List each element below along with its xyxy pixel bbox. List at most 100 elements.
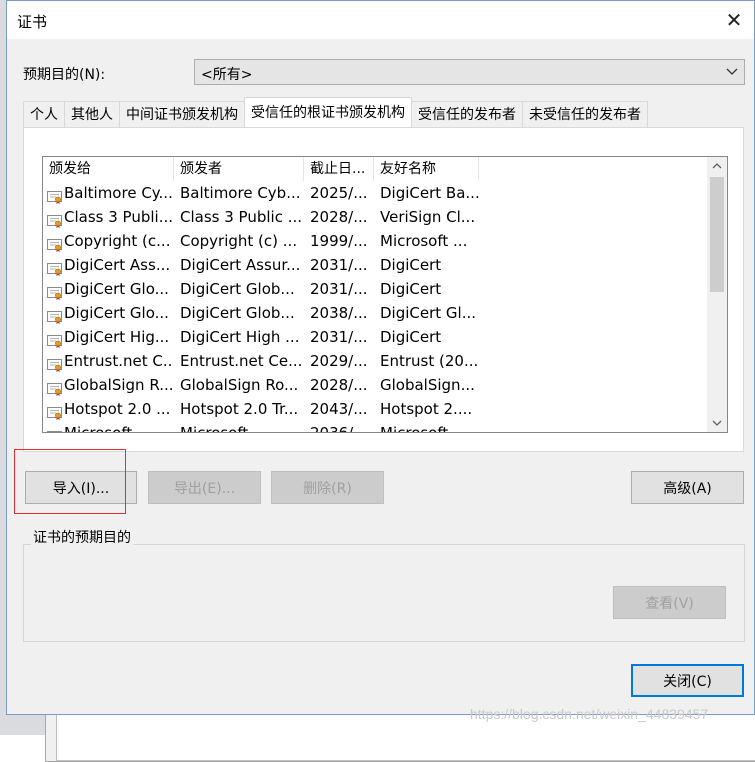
cell-friendly-name: VeriSign Cl...: [380, 208, 476, 226]
table-row[interactable]: Copyright (c... Copyright (c) ... 1999/...…: [43, 229, 708, 253]
certificate-store-tabs: 个人 其他人 中间证书颁发机构 受信任的根证书颁发机构 受信任的发布者 未受信任…: [23, 97, 648, 127]
cell-issued-by: DigiCert Glob...: [180, 280, 295, 298]
cell-friendly-name: DigiCert: [380, 280, 442, 298]
cell-expiration: 2031/...: [310, 280, 368, 298]
cell-text: Baltimore Cy...: [64, 184, 173, 202]
cell-issued-by: GlobalSign Ro...: [180, 376, 299, 394]
cell-issued-by: Class 3 Public ...: [180, 208, 303, 226]
column-header-friendly-name[interactable]: 友好名称: [374, 157, 479, 181]
cell-text: DigiCert Hig...: [64, 328, 170, 346]
cell-text: DigiCert Ass...: [64, 256, 171, 274]
cell-issued-to: Copyright (c...: [43, 229, 174, 253]
cell-issued-to: DigiCert Ass...: [43, 253, 174, 277]
cell-issued-by: Microsoft ...: [180, 424, 268, 433]
cell-text: Hotspot 2.0 ...: [64, 400, 171, 418]
list-header: 颁发给 颁发者 截止日... 友好名称: [43, 157, 708, 181]
close-icon[interactable]: ✕: [714, 1, 754, 39]
cell-issued-by: DigiCert Assur...: [180, 256, 301, 274]
cell-issued-to: DigiCert Hig...: [43, 325, 174, 349]
certificate-icon: [47, 211, 62, 228]
dialog-title: 证书: [17, 13, 48, 31]
table-row[interactable]: DigiCert Ass... DigiCert Assur... 2031/...…: [43, 253, 708, 277]
cell-issued-to: Class 3 Publi...: [43, 205, 174, 229]
certificate-list[interactable]: 颁发给 颁发者 截止日... 友好名称 Baltimore Cy... Balti…: [42, 156, 728, 433]
intended-purpose-value: <所有>: [201, 67, 253, 83]
highlight-box: [14, 449, 126, 514]
tab-trusted-root-ca[interactable]: 受信任的根证书颁发机构: [244, 97, 412, 127]
cell-text: Class 3 Publi...: [64, 208, 173, 226]
table-row[interactable]: DigiCert Glo... DigiCert Glob... 2038/... D…: [43, 301, 708, 325]
certificate-icon: [47, 307, 62, 324]
certificate-icon: [47, 187, 62, 204]
table-row[interactable]: Class 3 Publi... Class 3 Public ... 2028/.…: [43, 205, 708, 229]
cell-friendly-name: DigiCert Gl...: [380, 304, 477, 322]
cell-text: GlobalSign R...: [64, 376, 174, 394]
cell-friendly-name: GlobalSign...: [380, 376, 475, 394]
cell-text: Microsoft ...: [64, 424, 152, 433]
view-button[interactable]: 查看(V): [613, 586, 726, 619]
cell-issued-to: Entrust.net C...: [43, 349, 174, 373]
tab-trusted-publishers[interactable]: 受信任的发布者: [411, 101, 523, 127]
cell-expiration: 2036/...: [310, 424, 368, 433]
table-row[interactable]: GlobalSign R... GlobalSign Ro... 2028/... G…: [43, 373, 708, 397]
certificate-icon: [47, 427, 62, 432]
cell-issued-by: Entrust.net Ce...: [180, 352, 303, 370]
table-row[interactable]: DigiCert Glo... DigiCert Glob... 2031/... D…: [43, 277, 708, 301]
column-header-issued-by[interactable]: 颁发者: [174, 157, 304, 181]
table-row[interactable]: Microsoft ... Microsoft ... 2036/... Micros…: [43, 421, 708, 433]
cell-expiration: 2028/...: [310, 208, 368, 226]
close-button[interactable]: 关闭(C): [631, 664, 744, 697]
tab-intermediate-ca[interactable]: 中间证书颁发机构: [119, 101, 245, 127]
list-rows: Baltimore Cy... Baltimore Cyb... 2025/... D…: [43, 181, 708, 433]
certificate-icon: [47, 259, 62, 276]
cell-issued-to: Baltimore Cy...: [43, 181, 174, 205]
cell-issued-by: DigiCert High ...: [180, 328, 300, 346]
title-bar: 证书 ✕: [7, 1, 754, 39]
table-row[interactable]: Hotspot 2.0 ... Hotspot 2.0 Tr... 2043/...…: [43, 397, 708, 421]
cell-issued-by: Baltimore Cyb...: [180, 184, 301, 202]
tab-personal[interactable]: 个人: [23, 101, 65, 127]
tab-other-people[interactable]: 其他人: [64, 101, 120, 127]
cell-friendly-name: Microsoft ...: [380, 232, 468, 250]
cell-issued-by: Copyright (c) ...: [180, 232, 298, 250]
cell-issued-to: DigiCert Glo...: [43, 301, 174, 325]
remove-button[interactable]: 删除(R): [271, 471, 384, 504]
cell-issued-to: Hotspot 2.0 ...: [43, 397, 174, 421]
scroll-down-icon[interactable]: [707, 414, 727, 432]
cell-expiration: 1999/...: [310, 232, 368, 250]
column-header-issued-to[interactable]: 颁发给: [43, 157, 174, 181]
cell-friendly-name: Microsoft ...: [380, 424, 468, 433]
cell-text: DigiCert Glo...: [64, 280, 169, 298]
tab-untrusted-publishers[interactable]: 未受信任的发布者: [522, 101, 648, 127]
cell-friendly-name: Entrust (20...: [380, 352, 479, 370]
cell-expiration: 2025/...: [310, 184, 368, 202]
cell-expiration: 2029/...: [310, 352, 368, 370]
export-button[interactable]: 导出(E)...: [148, 471, 261, 504]
advanced-button[interactable]: 高级(A): [631, 471, 744, 504]
intended-purpose-select[interactable]: <所有>: [194, 59, 745, 85]
certificate-icon: [47, 331, 62, 348]
cell-friendly-name: DigiCert: [380, 328, 442, 346]
cell-expiration: 2028/...: [310, 376, 368, 394]
cell-issued-to: GlobalSign R...: [43, 373, 174, 397]
cell-friendly-name: DigiCert: [380, 256, 442, 274]
cell-friendly-name: DigiCert Ba...: [380, 184, 479, 202]
cell-text: Copyright (c...: [64, 232, 171, 250]
table-row[interactable]: Baltimore Cy... Baltimore Cyb... 2025/... D…: [43, 181, 708, 205]
cell-issued-to: DigiCert Glo...: [43, 277, 174, 301]
cell-issued-by: Hotspot 2.0 Tr...: [180, 400, 299, 418]
certificate-icon: [47, 379, 62, 396]
watermark-text: https://blog.csdn.net/weixin_44839457: [470, 706, 709, 722]
cell-expiration: 2043/...: [310, 400, 368, 418]
scrollbar-thumb[interactable]: [710, 177, 724, 292]
column-header-expiration[interactable]: 截止日...: [304, 157, 374, 181]
scroll-up-icon[interactable]: [707, 157, 727, 175]
vertical-scrollbar[interactable]: [707, 157, 727, 432]
table-row[interactable]: DigiCert Hig... DigiCert High ... 2031/...…: [43, 325, 708, 349]
table-row[interactable]: Entrust.net C... Entrust.net Ce... 2029/..…: [43, 349, 708, 373]
cell-issued-to: Microsoft ...: [43, 421, 174, 433]
cell-text: DigiCert Glo...: [64, 304, 169, 322]
cell-text: Entrust.net C...: [64, 352, 174, 370]
tab-panel: 颁发给 颁发者 截止日... 友好名称 Baltimore Cy... Balti…: [23, 127, 744, 452]
certificate-icon: [47, 283, 62, 300]
